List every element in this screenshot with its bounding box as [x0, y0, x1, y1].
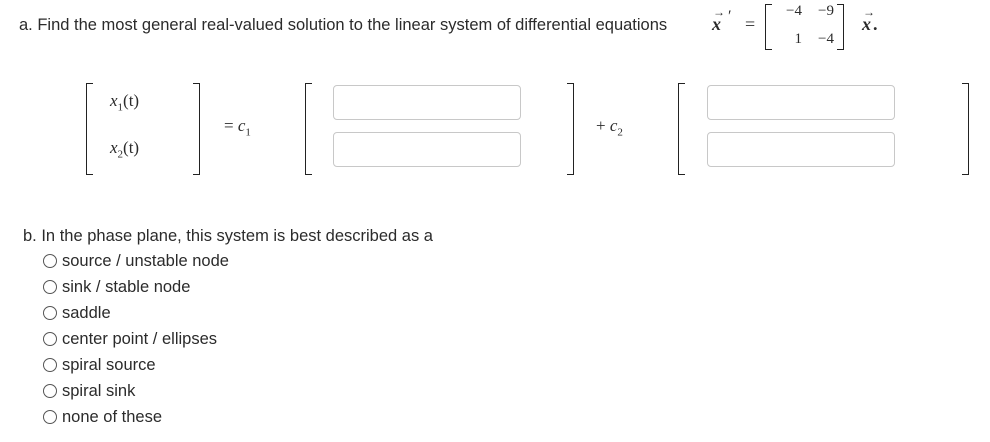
option-center-point-ellipses[interactable]: center point / ellipses — [43, 329, 217, 349]
radio-button[interactable] — [43, 280, 57, 294]
option-saddle[interactable]: saddle — [43, 303, 111, 323]
vector2-bottom-input[interactable] — [707, 132, 895, 167]
equals-sign: = — [745, 14, 756, 34]
vector2-left-bracket — [678, 83, 685, 175]
option-label: saddle — [62, 303, 111, 322]
period: . — [873, 14, 878, 34]
matrix-right-bracket — [837, 4, 844, 50]
vector1-top-input[interactable] — [333, 85, 521, 120]
option-label: source / unstable node — [62, 251, 229, 270]
option-label: none of these — [62, 407, 162, 426]
vector1-bottom-input[interactable] — [333, 132, 521, 167]
equals-c1: = c1 — [224, 116, 251, 139]
plus-c2: + c2 — [596, 116, 623, 139]
matrix-a11: −4 — [786, 3, 802, 19]
radio-button[interactable] — [43, 410, 57, 424]
vector1-left-bracket — [305, 83, 312, 175]
vector2-right-bracket — [962, 83, 969, 175]
option-label: sink / stable node — [62, 277, 191, 296]
option-label: spiral source — [62, 355, 156, 374]
rhs-vector-x: → x — [862, 5, 875, 34]
option-label: spiral sink — [62, 381, 136, 400]
lhs-vector-arrow-icon: → — [713, 5, 725, 19]
part-a-prompt: a. Find the most general real-valued sol… — [19, 16, 668, 34]
x1-of-t: x1(t) — [110, 91, 140, 114]
matrix-a21: 1 — [794, 31, 803, 47]
x2-of-t: x2(t) — [110, 138, 140, 161]
part-b-prompt: b. In the phase plane, this system is be… — [23, 227, 433, 245]
option-source-unstable-node[interactable]: source / unstable node — [43, 251, 229, 271]
option-label: center point / ellipses — [62, 329, 218, 348]
radio-button[interactable] — [43, 384, 57, 398]
solution-left-bracket — [86, 83, 93, 175]
matrix-a12: −9 — [818, 3, 834, 19]
matrix-a22: −4 — [818, 31, 834, 47]
vector1-right-bracket — [567, 83, 574, 175]
radio-button[interactable] — [43, 358, 57, 372]
solution-right-bracket — [193, 83, 200, 175]
option-sink-stable-node[interactable]: sink / stable node — [43, 277, 190, 297]
option-spiral-sink[interactable]: spiral sink — [43, 381, 135, 401]
matrix-left-bracket — [765, 4, 772, 50]
vector2-top-input[interactable] — [707, 85, 895, 120]
lhs-vector-x: → x ′ — [712, 5, 732, 34]
option-spiral-source[interactable]: spiral source — [43, 355, 156, 375]
radio-button[interactable] — [43, 254, 57, 268]
option-none-of-these[interactable]: none of these — [43, 407, 162, 427]
radio-button[interactable] — [43, 332, 57, 346]
radio-button[interactable] — [43, 306, 57, 320]
